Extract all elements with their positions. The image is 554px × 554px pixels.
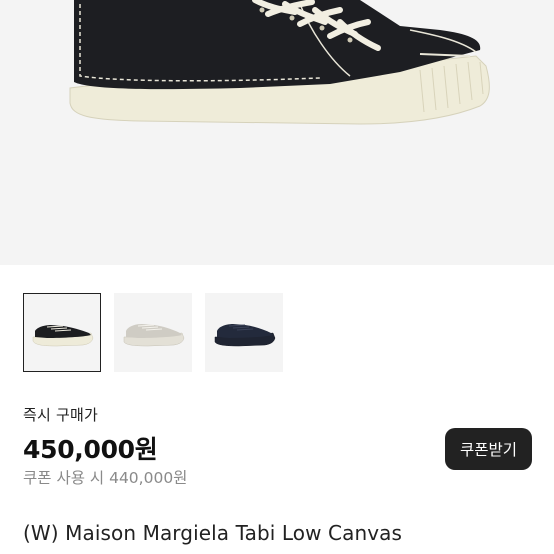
product-main-image[interactable] bbox=[0, 0, 554, 265]
navy-sneaker-icon bbox=[214, 324, 276, 347]
price: 450,000원 bbox=[23, 435, 158, 464]
thumbnail-white[interactable] bbox=[114, 293, 192, 372]
thumbnail-strip bbox=[23, 293, 283, 372]
price-section: 즉시 구매가 450,000원 쿠폰 사용 시 440,000원 쿠폰받기 bbox=[23, 404, 533, 487]
thumbnail-navy[interactable] bbox=[205, 293, 283, 372]
black-sneaker-icon bbox=[32, 325, 94, 347]
black-sneaker-image bbox=[69, 0, 490, 125]
get-coupon-button[interactable]: 쿠폰받기 bbox=[445, 428, 532, 470]
purchase-label: 즉시 구매가 bbox=[23, 406, 98, 424]
product-title: (W) Maison Margiela Tabi Low Canvas bbox=[23, 521, 403, 545]
white-sneaker-icon bbox=[123, 324, 185, 347]
thumbnail-black[interactable] bbox=[23, 293, 101, 372]
coupon-price: 쿠폰 사용 시 440,000원 bbox=[23, 469, 188, 487]
